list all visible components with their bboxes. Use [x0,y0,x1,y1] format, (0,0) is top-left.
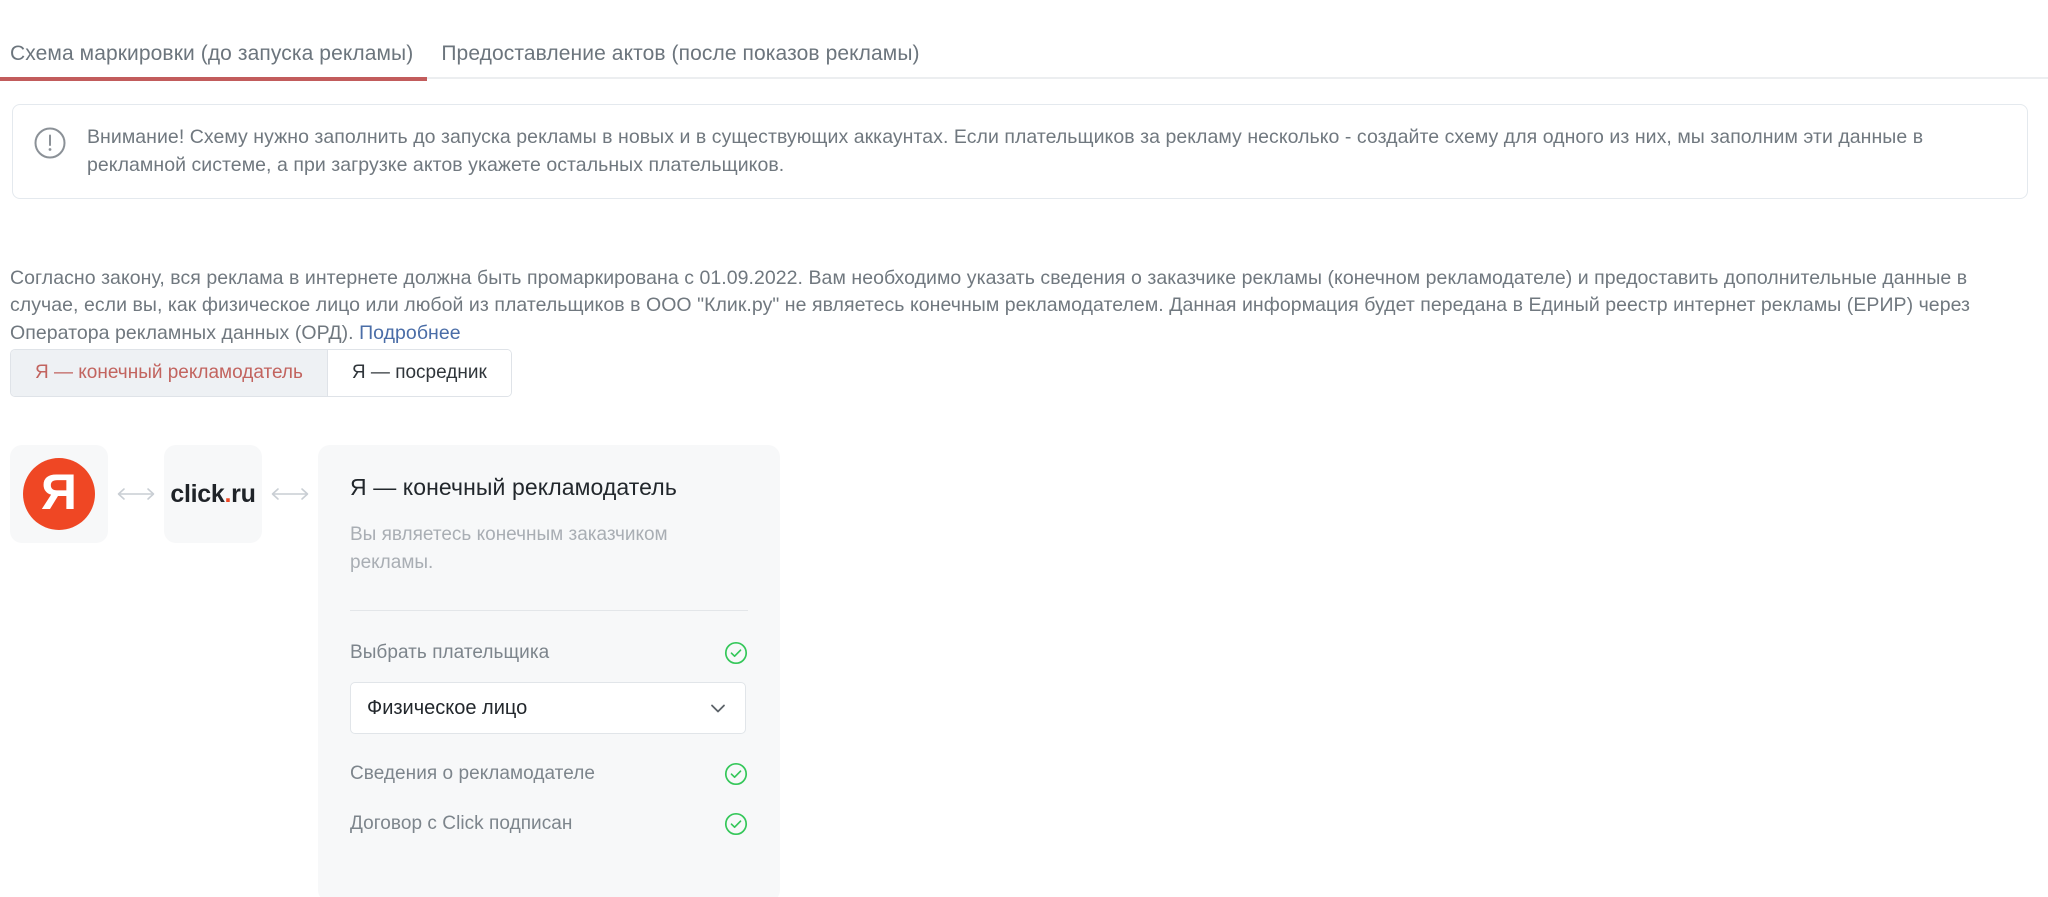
tab-marking-scheme-label: Схема маркировки (до запуска рекламы) [10,42,414,65]
check-circle-icon [724,641,748,665]
learn-more-link[interactable]: Подробнее [359,322,461,344]
role-option-intermediary-label: Я — посредник [351,362,487,383]
check-circle-icon [724,812,748,836]
payer-select-value: Физическое лицо [367,696,528,719]
payer-select[interactable]: Физическое лицо [350,682,746,735]
intro-text: Согласно закону, вся реклама в интернете… [10,266,1971,344]
check-circle-icon [724,762,748,786]
final-advertiser-card: Я — конечный рекламодатель Вы являетесь … [318,445,780,897]
card-title: Я — конечный рекламодатель [350,474,677,500]
payer-select-label: Выбрать плательщика [350,642,550,664]
clickru-logo-part1: click [170,479,225,508]
tab-list: Схема маркировки (до запуска рекламы) Пр… [0,0,2048,81]
chevron-down-icon[interactable] [707,697,729,719]
clickru-logo-tile: click.ru [164,445,262,543]
card-divider [350,610,748,612]
advertiser-role-switch: Я — конечный рекламодатель Я — посредник [10,349,512,397]
attention-alert: Внимание! Схему нужно заполнить до запус… [12,104,2028,200]
clickru-logo-part2: ru [231,479,256,508]
advertiser-info-row[interactable]: Сведения о рекламодателе [350,762,748,786]
yandex-logo-glyph: Я [41,464,77,520]
flow-arrow-right-icon [262,445,318,543]
tab-acts-provision[interactable]: Предоставление актов (после показов рекл… [427,0,933,79]
tab-acts-provision-label: Предоставление актов (после показов рекл… [441,42,920,65]
advertiser-info-label: Сведения о рекламодателе [350,763,595,785]
attention-alert-text: Внимание! Схему нужно заполнить до запус… [87,126,1924,176]
yandex-logo-tile: Я [10,445,108,543]
exclamation-circle-icon [33,126,67,160]
role-option-intermediary[interactable]: Я — посредник [326,350,511,396]
intro-paragraph: Согласно закону, вся реклама в интернете… [10,265,2040,348]
tab-marking-scheme[interactable]: Схема маркировки (до запуска рекламы) [0,0,428,81]
yandex-logo-icon: Я [23,458,95,530]
marking-scheme-page: Схема маркировки (до запуска рекламы) Пр… [0,0,2048,897]
click-contract-row[interactable]: Договор с Click подписан [350,812,748,836]
payer-select-row: Выбрать плательщика [350,641,748,665]
role-option-final-advertiser[interactable]: Я — конечный рекламодатель [11,350,327,396]
flow-arrow-left-icon [108,445,164,543]
click-contract-label: Договор с Click подписан [350,813,573,835]
advertising-chain-flow: Я click.ru Я — конечный рекламодатель Вы… [10,445,780,897]
role-option-final-advertiser-label: Я — конечный рекламодатель [35,362,303,383]
card-description: Вы являетесь конечным заказчиком рекламы… [350,524,668,573]
clickru-logo-icon: click.ru [170,480,255,509]
tab-bar: Схема маркировки (до запуска рекламы) Пр… [0,0,2048,81]
